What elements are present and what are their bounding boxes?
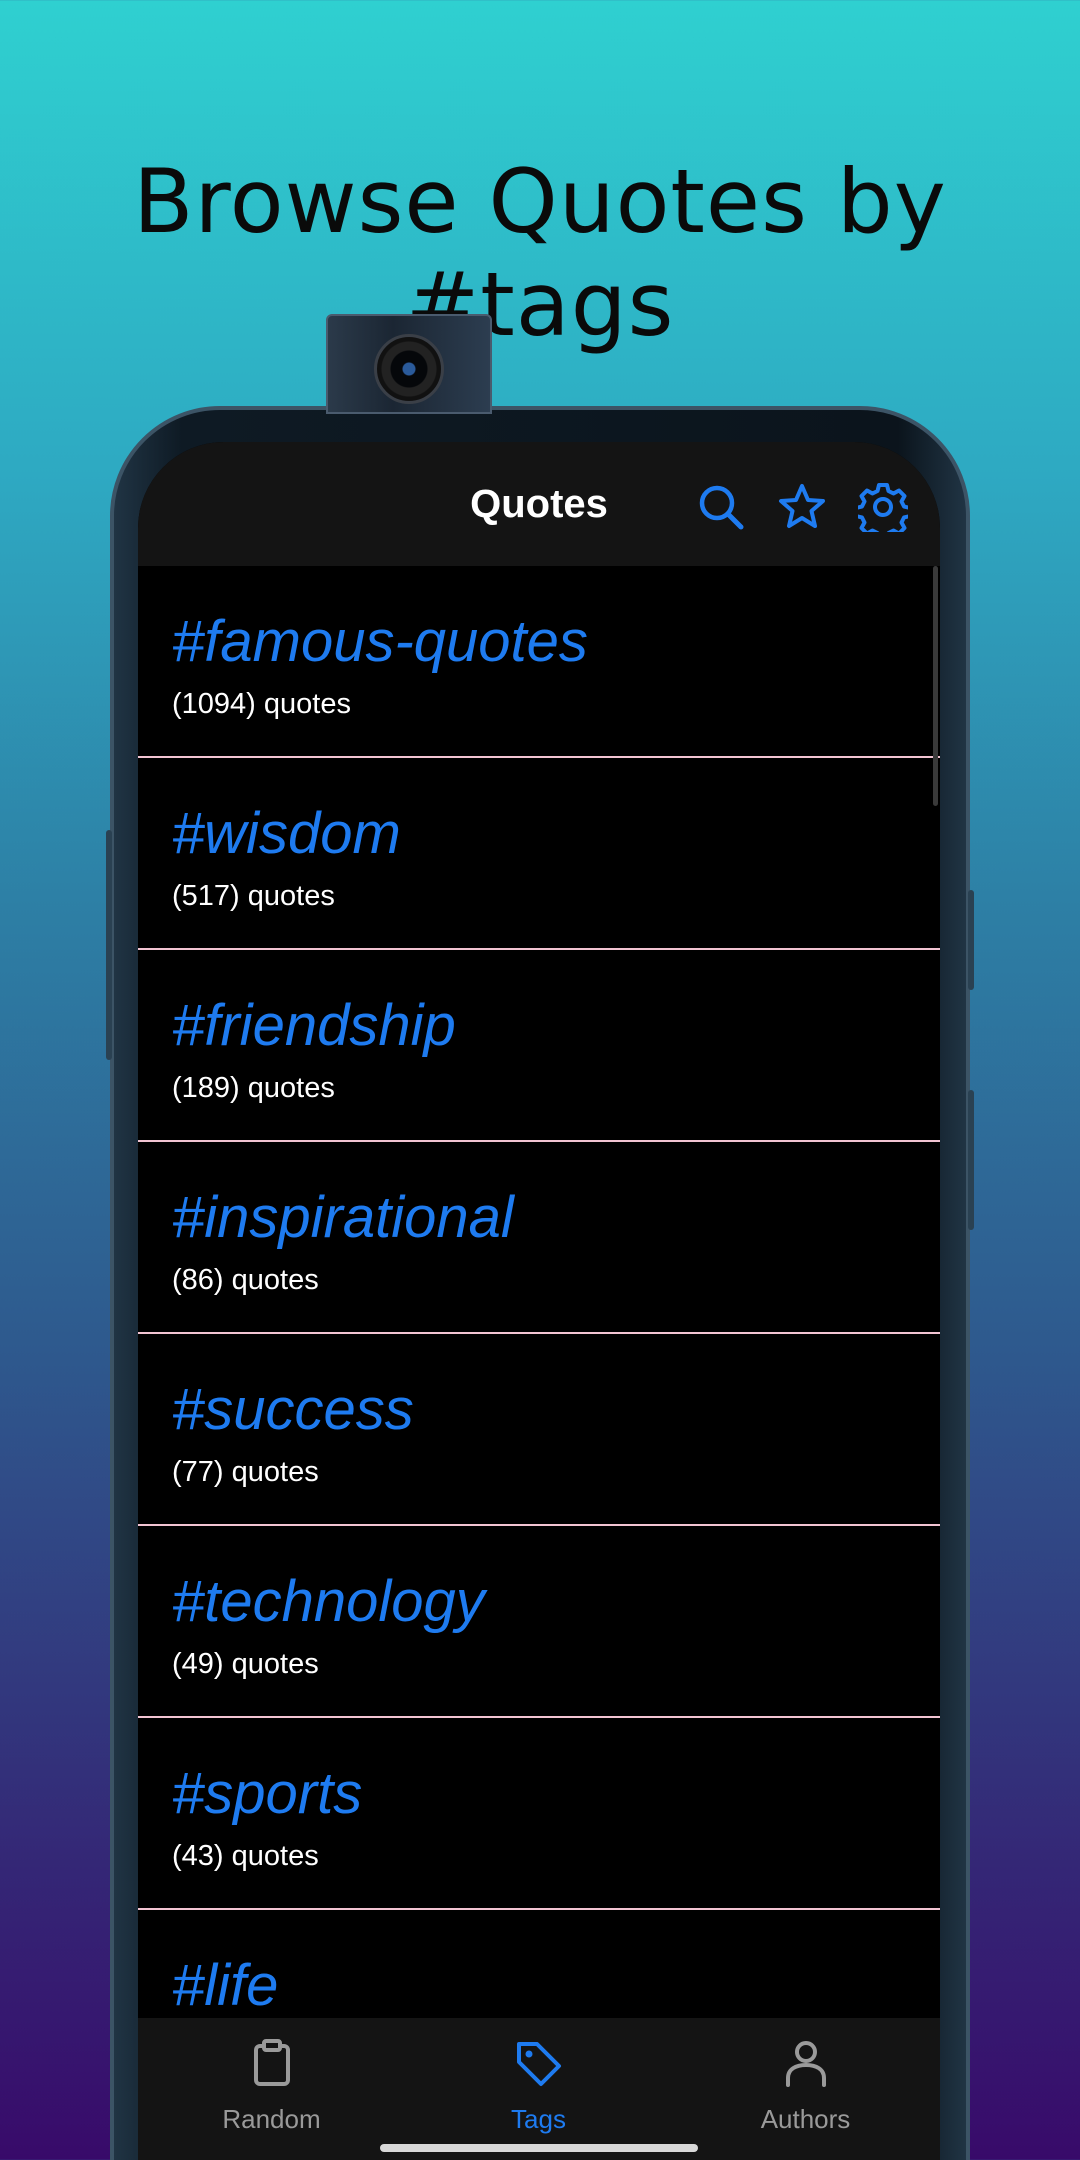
app-bar: Quotes [138, 442, 940, 566]
nav-label: Random [222, 2104, 321, 2134]
list-item[interactable]: #inspirational (86) quotes [138, 1142, 940, 1334]
phone-volume-button [106, 830, 112, 1060]
tag-name: #life [172, 1953, 279, 2018]
home-indicator[interactable] [380, 2144, 698, 2152]
nav-item-authors[interactable]: Authors [672, 2018, 939, 2160]
tag-count: (1094) quotes [172, 688, 351, 720]
tag-count: (43) quotes [172, 1840, 319, 1872]
star-icon[interactable] [777, 482, 827, 532]
tag-name: #sports [172, 1761, 363, 1826]
tag-name: #famous-quotes [172, 609, 588, 674]
tag-count: (189) quotes [172, 1072, 335, 1104]
popup-camera [326, 314, 492, 414]
list-item[interactable]: #success (77) quotes [138, 1334, 940, 1526]
tag-name: #wisdom [172, 801, 401, 866]
nav-item-tags[interactable]: Tags [405, 2018, 672, 2160]
clipboard-icon [254, 2039, 290, 2086]
nav-label: Tags [511, 2104, 566, 2134]
promo-title: Browse Quotes by #tags [133, 150, 947, 356]
tag-name: #friendship [172, 993, 456, 1058]
tag-name: #inspirational [172, 1185, 514, 1250]
tag-count: (77) quotes [172, 1456, 319, 1488]
tag-name: #success [172, 1377, 414, 1442]
gear-icon[interactable] [858, 482, 908, 532]
list-item[interactable]: #friendship (189) quotes [138, 950, 940, 1142]
tag-count: (517) quotes [172, 880, 335, 912]
search-icon[interactable] [696, 482, 746, 532]
tag-list: #famous-quotes (1094) quotes #wisdom (51… [138, 566, 940, 2102]
camera-lens [374, 334, 444, 404]
nav-item-random[interactable]: Random [138, 2018, 405, 2160]
phone-power-button [968, 890, 974, 990]
bottom-nav: Random Tags Authors [138, 2018, 940, 2160]
phone-side-button [968, 1090, 974, 1230]
list-item[interactable]: #technology (49) quotes [138, 1526, 940, 1718]
person-icon [786, 2041, 826, 2087]
scrollbar[interactable] [933, 566, 938, 806]
tag-icon [517, 2042, 561, 2086]
list-item[interactable]: #sports (43) quotes [138, 1718, 940, 1910]
list-item[interactable]: #wisdom (517) quotes [138, 758, 940, 950]
tag-count: (86) quotes [172, 1264, 319, 1296]
tag-name: #technology [172, 1569, 485, 1634]
list-item[interactable]: #famous-quotes (1094) quotes [138, 566, 940, 758]
tag-count: (49) quotes [172, 1648, 319, 1680]
nav-label: Authors [760, 2104, 851, 2134]
phone-screen: Quotes #famous-quotes (1094) quotes #wis… [138, 442, 940, 2160]
